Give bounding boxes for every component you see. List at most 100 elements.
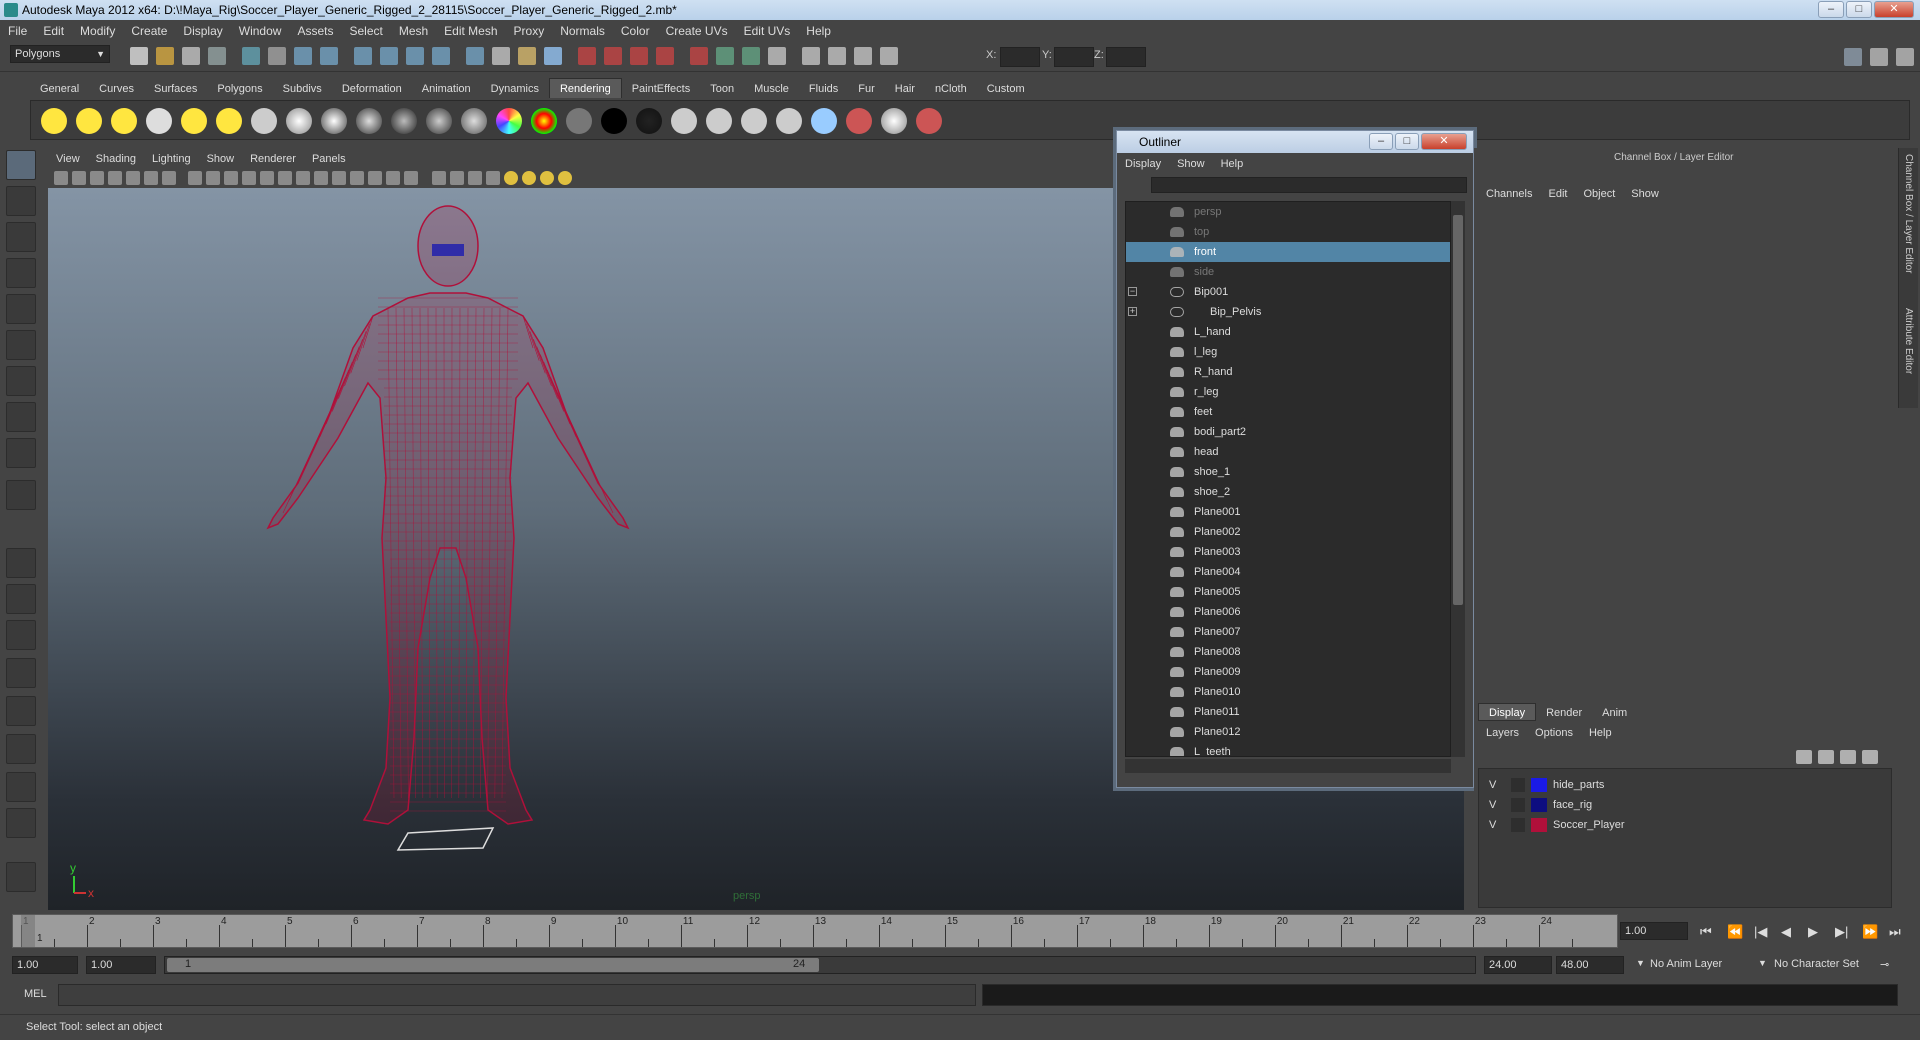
status-tool-icon[interactable] xyxy=(380,47,398,65)
tool-icon[interactable] xyxy=(6,772,36,802)
viewport-tool-icon[interactable] xyxy=(432,171,446,185)
shelf-tool-icon[interactable] xyxy=(356,108,382,134)
viewport-tool-icon[interactable] xyxy=(540,171,554,185)
channel-menu-show[interactable]: Show xyxy=(1623,188,1667,200)
face-rig-mask[interactable] xyxy=(432,244,464,256)
viewport-tool-icon[interactable] xyxy=(486,171,500,185)
shelf-tool-icon[interactable] xyxy=(881,108,907,134)
character-set-selector[interactable]: No Character Set xyxy=(1774,958,1859,970)
menu-select[interactable]: Select xyxy=(341,20,390,42)
viewport-tool-icon[interactable] xyxy=(188,171,202,185)
outliner-item[interactable]: − Bip001 xyxy=(1126,282,1450,302)
viewport-tool-icon[interactable] xyxy=(450,171,464,185)
shelf-tool-icon[interactable] xyxy=(741,108,767,134)
outliner-item[interactable]: l_leg xyxy=(1126,342,1450,362)
viewport-menu-show[interactable]: Show xyxy=(199,150,243,168)
menu-window[interactable]: Window xyxy=(231,20,290,42)
viewport-tool-icon[interactable] xyxy=(108,171,122,185)
viewport-menu-view[interactable]: View xyxy=(48,150,88,168)
step-forward-key-icon[interactable]: ⏩ xyxy=(1862,924,1878,940)
outliner-item[interactable]: bodi_part2 xyxy=(1126,422,1450,442)
range-slider-handle[interactable] xyxy=(167,958,819,972)
outliner-item[interactable]: Plane002 xyxy=(1126,522,1450,542)
layout-toggle-icon[interactable] xyxy=(1844,48,1862,66)
close-button[interactable]: ✕ xyxy=(1874,1,1914,18)
tool-icon[interactable] xyxy=(6,620,36,650)
viewport-tool-icon[interactable] xyxy=(522,171,536,185)
viewport-tool-icon[interactable] xyxy=(224,171,238,185)
tool-icon[interactable] xyxy=(6,402,36,432)
shelf-tab-general[interactable]: General xyxy=(30,79,89,99)
y-input[interactable] xyxy=(1054,47,1094,67)
shelf-tool-icon[interactable] xyxy=(566,108,592,134)
shelf-tab-toon[interactable]: Toon xyxy=(700,79,744,99)
viewport-tool-icon[interactable] xyxy=(126,171,140,185)
status-tool-icon[interactable] xyxy=(544,47,562,65)
layer-menu-layers[interactable]: Layers xyxy=(1478,724,1527,742)
menu-edit-mesh[interactable]: Edit Mesh xyxy=(436,20,505,42)
channel-box-side-tab[interactable]: Channel Box / Layer Editor xyxy=(1903,154,1914,274)
shelf-tab-deformation[interactable]: Deformation xyxy=(332,79,412,99)
playback-end-field[interactable]: 24.00 xyxy=(1484,956,1552,974)
viewport-tool-icon[interactable] xyxy=(332,171,346,185)
go-to-start-icon[interactable]: ⏮ xyxy=(1700,924,1712,940)
menu-modify[interactable]: Modify xyxy=(72,20,123,42)
outliner-item[interactable]: + Bip_Pelvis xyxy=(1126,302,1450,322)
current-time-marker[interactable] xyxy=(21,915,35,947)
status-tool-icon[interactable] xyxy=(828,47,846,65)
outliner-item[interactable]: shoe_1 xyxy=(1126,462,1450,482)
shelf-tool-icon[interactable] xyxy=(41,108,67,134)
tool-icon[interactable] xyxy=(6,258,36,288)
current-frame-field[interactable]: 1.00 xyxy=(1620,922,1688,940)
status-tool-icon[interactable] xyxy=(768,47,786,65)
outliner-item[interactable]: Plane007 xyxy=(1126,622,1450,642)
layer-list[interactable]: Vhide_parts Vface_rig V Soccer_Player xyxy=(1478,768,1892,908)
shelf-tool-icon[interactable] xyxy=(671,108,697,134)
maximize-button[interactable]: □ xyxy=(1846,1,1872,18)
menu-create[interactable]: Create xyxy=(123,20,175,42)
outliner-hscrollbar[interactable] xyxy=(1125,759,1451,773)
shelf-tab-dynamics[interactable]: Dynamics xyxy=(481,79,549,99)
select-tool-icon[interactable] xyxy=(6,150,36,180)
step-back-key-icon[interactable]: ⏪ xyxy=(1727,924,1743,940)
outliner-filter-input[interactable] xyxy=(1151,177,1467,193)
shelf-tab-rendering[interactable]: Rendering xyxy=(548,78,622,98)
tool-icon[interactable] xyxy=(6,222,36,252)
shelf-tool-icon[interactable] xyxy=(776,108,802,134)
playback-start-field[interactable]: 1.00 xyxy=(86,956,156,974)
channel-menu-edit[interactable]: Edit xyxy=(1540,188,1575,200)
menu-assets[interactable]: Assets xyxy=(289,20,341,42)
outliner-item[interactable]: Plane012 xyxy=(1126,722,1450,742)
viewport-tool-icon[interactable] xyxy=(404,171,418,185)
status-tool-icon[interactable] xyxy=(656,47,674,65)
mel-label[interactable]: MEL xyxy=(24,988,47,1000)
status-tool-icon[interactable] xyxy=(492,47,510,65)
shelf-tab-surfaces[interactable]: Surfaces xyxy=(144,79,207,99)
tool-icon[interactable] xyxy=(6,480,36,510)
viewport-tool-icon[interactable] xyxy=(350,171,364,185)
menu-proxy[interactable]: Proxy xyxy=(506,20,553,42)
collapse-icon[interactable]: − xyxy=(1128,287,1137,296)
play-backwards-icon[interactable]: ◀ xyxy=(1781,924,1791,940)
status-tool-icon[interactable] xyxy=(742,47,760,65)
range-slider[interactable]: 1 24 xyxy=(164,956,1476,974)
tool-icon[interactable] xyxy=(6,734,36,764)
viewport-tool-icon[interactable] xyxy=(504,171,518,185)
menu-edit-uvs[interactable]: Edit UVs xyxy=(736,20,799,42)
layer-color-swatch[interactable] xyxy=(1531,818,1547,832)
layer-tab-anim[interactable]: Anim xyxy=(1592,704,1637,722)
layer-color-swatch[interactable] xyxy=(1531,798,1547,812)
tool-icon[interactable] xyxy=(6,186,36,216)
outliner-item[interactable]: front xyxy=(1126,242,1450,262)
layer-menu-help[interactable]: Help xyxy=(1581,724,1620,742)
viewport-tool-icon[interactable] xyxy=(144,171,158,185)
viewport-tool-icon[interactable] xyxy=(468,171,482,185)
command-input[interactable] xyxy=(58,984,976,1006)
menu-file[interactable]: File xyxy=(0,20,35,42)
shelf-tool-icon[interactable] xyxy=(601,108,627,134)
auto-key-icon[interactable]: ⊸ xyxy=(1880,958,1889,971)
wire-line[interactable] xyxy=(282,415,329,514)
shelf-tool-icon[interactable] xyxy=(111,108,137,134)
outliner-menu-display[interactable]: Display xyxy=(1117,155,1169,173)
end-time-field[interactable]: 48.00 xyxy=(1556,956,1624,974)
